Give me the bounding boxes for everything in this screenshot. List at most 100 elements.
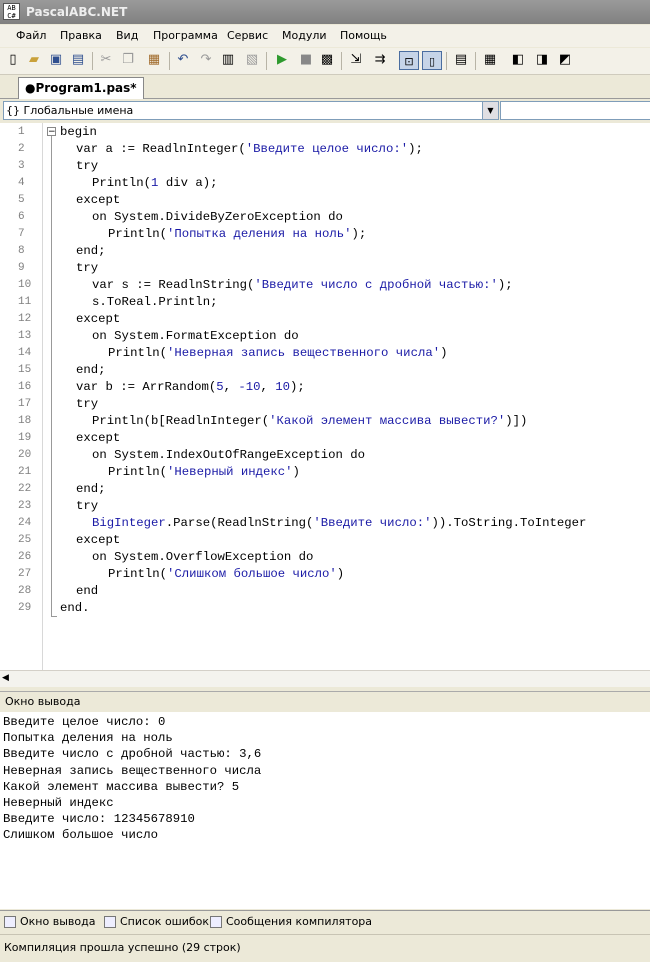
tab-program1[interactable]: ●Program1.pas* — [18, 77, 144, 99]
toggle-output-icon[interactable]: ⊡ — [399, 51, 419, 70]
code-line[interactable]: var b := ArrRandom(5, -10, 10); — [76, 379, 305, 396]
save-icon[interactable]: ▣ — [48, 52, 64, 68]
code-line[interactable]: var s := ReadlnString('Введите число с д… — [92, 277, 513, 294]
output-window[interactable]: Введите целое число: 0 Попытка деления на… — [0, 712, 650, 909]
code-line[interactable]: on System.OverflowException do — [92, 549, 313, 566]
members-combo[interactable] — [500, 101, 650, 120]
code-line[interactable]: BigInteger.Parse(ReadlnString('Введите ч… — [92, 515, 586, 532]
code-token: BigInteger — [92, 516, 166, 530]
line-number: 4 — [18, 177, 25, 189]
global-names-value: {} Глобальные имена — [6, 104, 134, 117]
code-line[interactable]: Println(b[ReadlnInteger('Какой элемент м… — [92, 413, 527, 430]
scroll-left-icon[interactable]: ◀ — [2, 673, 9, 683]
code-line[interactable]: try — [76, 158, 98, 175]
code-line[interactable]: try — [76, 396, 98, 413]
global-names-combo[interactable]: {} Глобальные имена ▼ — [3, 101, 499, 120]
toolbar-separator — [446, 52, 447, 70]
output-line: Слишком большое число — [3, 828, 158, 843]
module-icon[interactable]: ▦ — [482, 52, 498, 68]
stop-icon[interactable]: ■ — [298, 52, 314, 68]
code-token: 10 — [275, 380, 291, 394]
code-line[interactable]: Println('Слишком большое число') — [108, 566, 344, 583]
open-folder-icon[interactable]: ▰ — [26, 52, 42, 68]
compiler-messages-icon — [210, 916, 222, 928]
code-token: on System.OverflowException do — [92, 550, 314, 564]
code-line[interactable]: try — [76, 260, 98, 277]
code-line[interactable]: Println('Неверный индекс') — [108, 464, 300, 481]
debug-d-icon[interactable]: ◧ — [510, 52, 526, 68]
code-line[interactable]: end; — [76, 481, 106, 498]
code-line[interactable]: begin — [60, 124, 97, 141]
code-line[interactable]: end. — [60, 600, 90, 617]
menu-service[interactable]: Сервис — [227, 29, 268, 42]
line-number: 20 — [18, 449, 32, 461]
code-line[interactable]: end — [76, 583, 98, 600]
menu-help[interactable]: Помощь — [340, 29, 387, 42]
line-number: 16 — [18, 381, 32, 393]
undo-icon[interactable]: ↶ — [175, 52, 191, 68]
step-into-icon[interactable]: ⇲ — [348, 52, 364, 68]
code-line[interactable]: end; — [76, 362, 106, 379]
code-line[interactable]: except — [76, 430, 120, 447]
code-line[interactable]: except — [76, 192, 120, 209]
output-panel-title: Окно вывода — [5, 695, 81, 708]
collapse-icon[interactable]: − — [47, 127, 56, 137]
line-number: 28 — [18, 585, 32, 597]
menu-program[interactable]: Программа — [153, 29, 218, 42]
debug-r-icon[interactable]: ◩ — [557, 52, 573, 68]
new-file-icon[interactable]: ▯ — [5, 52, 21, 68]
code-line[interactable]: Println(1 div a); — [92, 175, 217, 192]
code-line[interactable]: except — [76, 311, 120, 328]
line-number: 17 — [18, 398, 32, 410]
run-icon[interactable]: ▶ — [274, 52, 290, 68]
code-token: 'Неверный индекс' — [167, 465, 293, 479]
step-over-icon[interactable]: ⇉ — [372, 52, 388, 68]
code-line[interactable]: var a := ReadlnInteger('Введите целое чи… — [76, 141, 423, 158]
document-tabs: ●Program1.pas* — [0, 75, 650, 99]
code-token: Println( — [108, 227, 168, 241]
code-line[interactable]: on System.DivideByZeroException do — [92, 209, 343, 226]
save-all-icon[interactable]: ▤ — [70, 52, 86, 68]
line-number: 2 — [18, 143, 25, 155]
code-line[interactable]: Println('Неверная запись вещественного ч… — [108, 345, 447, 362]
output-line: Введите число с дробной частью: 3,6 — [3, 747, 262, 762]
cut-icon[interactable]: ✂ — [98, 52, 114, 68]
line-number: 6 — [18, 211, 25, 223]
debug-l-icon[interactable]: ◨ — [534, 52, 550, 68]
toolbar-separator — [341, 52, 342, 70]
horizontal-scrollbar[interactable]: ◀ — [0, 670, 650, 687]
format-icon[interactable]: ▥ — [220, 52, 236, 68]
document-icon[interactable]: ▤ — [453, 52, 469, 68]
tab-output-window[interactable]: Окно вывода — [2, 913, 95, 931]
code-token: on System.IndexOutOfRangeException do — [92, 448, 366, 462]
line-number: 3 — [18, 160, 25, 172]
format2-icon[interactable]: ▧ — [244, 52, 260, 68]
code-line[interactable]: except — [76, 532, 120, 549]
paste-icon[interactable]: ▦ — [146, 52, 162, 68]
redo-icon[interactable]: ↷ — [198, 52, 214, 68]
status-text: Компиляция прошла успешно (29 строк) — [4, 941, 241, 954]
bottom-tab-strip: Окно вывода Список ошибок Сообщения комп… — [0, 910, 650, 933]
code-token: )]) — [505, 414, 528, 428]
code-line[interactable]: on System.FormatException do — [92, 328, 299, 345]
output-line: Какой элемент массива вывести? 5 — [3, 779, 240, 794]
compile-icon[interactable]: ▩ — [319, 52, 335, 68]
tab-error-list[interactable]: Список ошибок — [102, 913, 209, 931]
toggle-panel-icon[interactable]: ▯ — [422, 51, 442, 70]
code-line[interactable]: s.ToReal.Println; — [92, 294, 217, 311]
output-line: Введите число: 12345678910 — [3, 812, 195, 827]
chevron-down-icon[interactable]: ▼ — [482, 102, 498, 119]
menu-view[interactable]: Вид — [116, 29, 138, 42]
menu-edit[interactable]: Правка — [60, 29, 102, 42]
copy-icon[interactable]: ❐ — [120, 52, 136, 68]
code-editor[interactable]: 1 2 3 4 5 6 7 8 9 10 11 12 13 14 15 16 17 18 19 20 21 22 23 24 2… — [0, 123, 650, 670]
code-line[interactable]: Println('Попытка деления на ноль'); — [108, 226, 366, 243]
code-line[interactable]: end; — [76, 243, 106, 260]
menu-modules[interactable]: Модули — [282, 29, 327, 42]
tab-compiler-messages[interactable]: Сообщения компилятора — [208, 913, 372, 931]
code-line[interactable]: on System.IndexOutOfRangeException do — [92, 447, 365, 464]
code-line[interactable]: try — [76, 498, 98, 515]
toolbar-separator — [266, 52, 267, 70]
menu-file[interactable]: Файл — [16, 29, 46, 42]
tab-output-window-label: Окно вывода — [20, 915, 96, 928]
